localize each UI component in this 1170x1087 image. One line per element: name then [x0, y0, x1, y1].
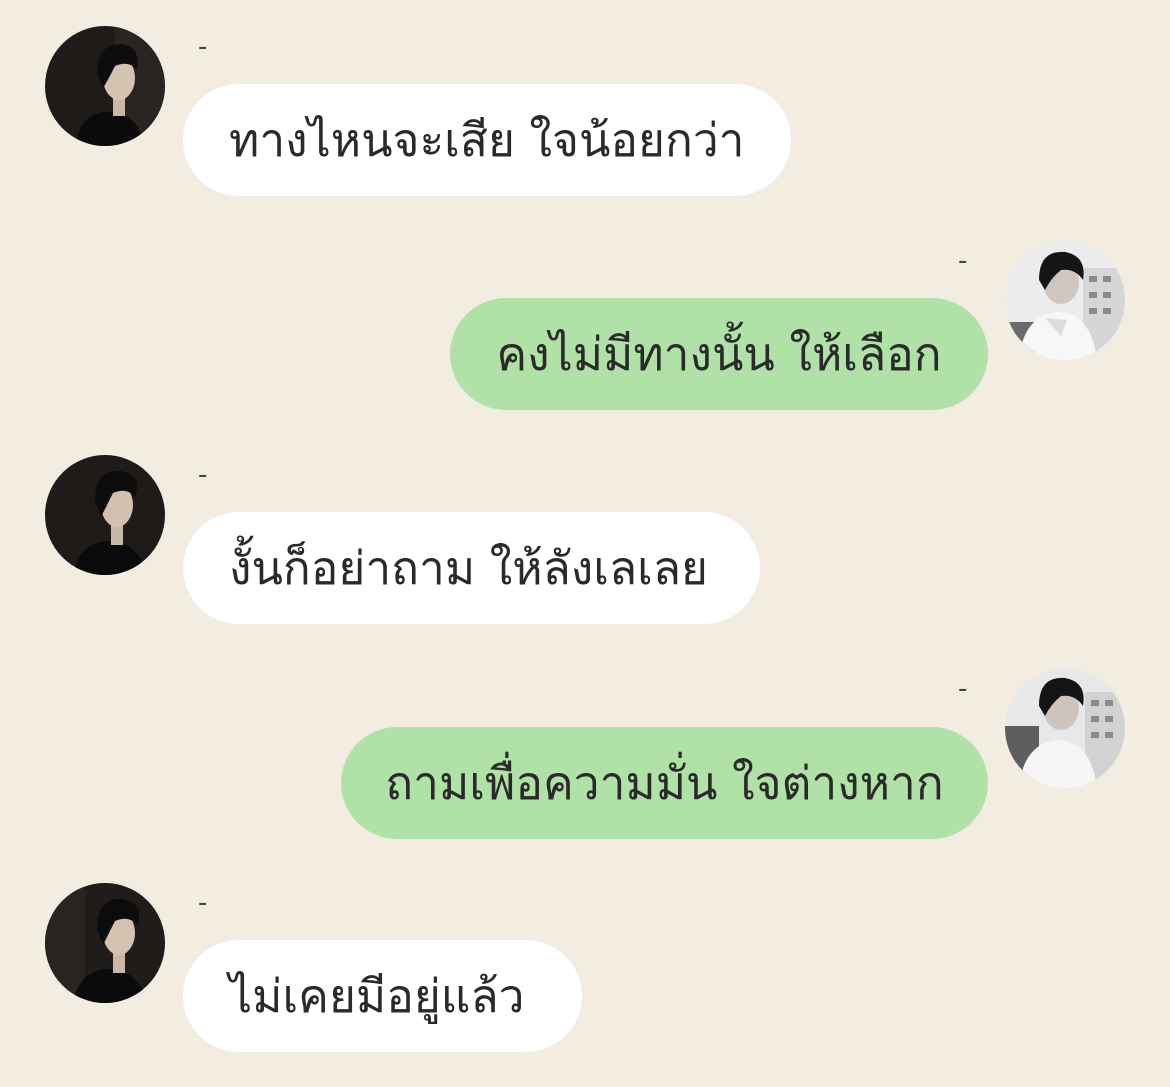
- sender-name: -: [198, 32, 208, 62]
- message-bubble-outgoing[interactable]: คงไม่มีทางนั้น ให้เลือก: [450, 298, 988, 410]
- chat-thread: - ทางไหนจะเสีย ใจน้อยกว่า - คงไม่มีทางนั…: [0, 0, 1170, 1087]
- sender-name: -: [198, 888, 208, 918]
- message-text: งั้นก็อย่าถาม ให้ลังเลเลย: [229, 540, 709, 595]
- contact-avatar[interactable]: [45, 883, 165, 1003]
- message-text: ไม่เคยมีอยู่แล้ว: [229, 968, 525, 1023]
- user-avatar[interactable]: [1005, 240, 1125, 360]
- message-bubble-outgoing[interactable]: ถามเพื่อความมั่น ใจต่างหาก: [341, 727, 988, 839]
- message-bubble-incoming[interactable]: ไม่เคยมีอยู่แล้ว: [183, 940, 582, 1052]
- sender-name: -: [198, 460, 208, 490]
- message-bubble-incoming[interactable]: งั้นก็อย่าถาม ให้ลังเลเลย: [183, 512, 760, 624]
- message-text: ถามเพื่อความมั่น ใจต่างหาก: [385, 755, 944, 810]
- sender-name: -: [958, 246, 968, 276]
- contact-avatar[interactable]: [45, 455, 165, 575]
- message-text: ทางไหนจะเสีย ใจน้อยกว่า: [229, 112, 745, 167]
- contact-avatar[interactable]: [45, 26, 165, 146]
- sender-name: -: [958, 674, 968, 704]
- user-avatar[interactable]: [1005, 668, 1125, 788]
- message-text: คงไม่มีทางนั้น ให้เลือก: [496, 326, 942, 381]
- message-bubble-incoming[interactable]: ทางไหนจะเสีย ใจน้อยกว่า: [183, 84, 791, 196]
